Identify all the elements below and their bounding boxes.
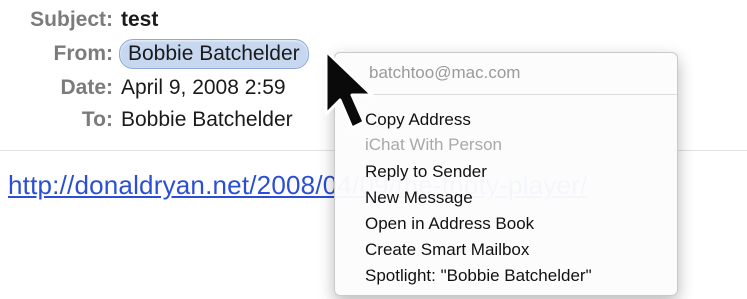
to-recipient[interactable]: Bobbie Batchelder <box>121 108 293 132</box>
subject-value: test <box>121 8 159 31</box>
subject-label: Subject: <box>30 8 113 31</box>
menu-item-spotlight[interactable]: Spotlight: "Bobbie Batchelder" <box>365 263 592 288</box>
menu-item-open-in-address-book[interactable]: Open in Address Book <box>365 211 534 236</box>
from-row: From: Bobbie Batchelder <box>0 39 309 69</box>
menu-item-ichat-with-person: iChat With Person <box>365 135 502 154</box>
to-row: To: Bobbie Batchelder <box>0 106 293 134</box>
mail-message-view: Subject: test From: Bobbie Batchelder Da… <box>0 0 747 299</box>
subject-row: Subject: test <box>0 6 158 34</box>
date-value: April 9, 2008 2:59 <box>121 76 286 99</box>
menu-item-new-message[interactable]: New Message <box>365 185 473 210</box>
menu-separator <box>335 94 677 95</box>
date-row: Date: April 9, 2008 2:59 <box>0 74 286 102</box>
menu-item-create-smart-mailbox[interactable]: Create Smart Mailbox <box>365 237 529 262</box>
menu-email-address: batchtoo@mac.com <box>369 63 521 82</box>
from-label: From: <box>53 42 114 65</box>
date-label: Date: <box>60 76 113 99</box>
address-context-menu: batchtoo@mac.com Copy Address iChat With… <box>334 52 678 296</box>
mouse-pointer-icon <box>324 49 374 130</box>
to-label: To: <box>81 108 113 131</box>
menu-item-reply-to-sender[interactable]: Reply to Sender <box>365 159 487 184</box>
from-sender-pill[interactable]: Bobbie Batchelder <box>119 39 309 69</box>
